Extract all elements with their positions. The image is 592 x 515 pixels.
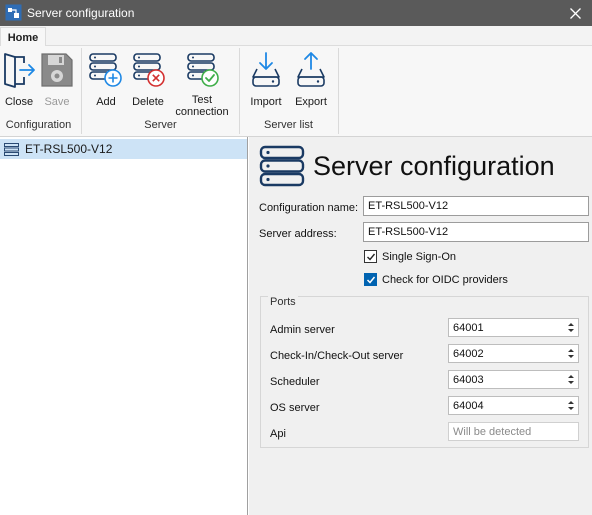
window-close-button[interactable] bbox=[558, 0, 592, 26]
spinner-arrows-icon[interactable] bbox=[566, 399, 576, 412]
page-title: Server configuration bbox=[313, 151, 555, 181]
add-label: Add bbox=[96, 96, 116, 108]
delete-server-button[interactable]: Delete bbox=[128, 50, 168, 108]
port-spinner-scheduler[interactable]: 64003 bbox=[448, 370, 579, 389]
window-title: Server configuration bbox=[27, 6, 135, 20]
close-icon bbox=[569, 7, 581, 19]
config-name-input[interactable]: ET-RSL500-V12 bbox=[363, 196, 589, 216]
port-label-admin: Admin server bbox=[270, 324, 335, 336]
config-name-label: Configuration name: bbox=[259, 202, 359, 214]
test-connection-label: Test connection bbox=[172, 94, 232, 118]
tree-item-label: ET-RSL500-V12 bbox=[25, 142, 113, 156]
save-button[interactable]: Save bbox=[38, 50, 76, 108]
configuration-panel: Server configuration Configuration name:… bbox=[249, 137, 592, 515]
single-sign-on-checkbox[interactable]: Single Sign-On bbox=[364, 250, 456, 263]
server-address-input[interactable]: ET-RSL500-V12 bbox=[363, 222, 589, 242]
port-label-os-server: OS server bbox=[270, 402, 320, 414]
oidc-checkbox[interactable]: Check for OIDC providers bbox=[364, 273, 508, 286]
single-sign-on-label: Single Sign-On bbox=[382, 250, 456, 263]
save-label: Save bbox=[44, 96, 70, 108]
spinner-arrows-icon[interactable] bbox=[566, 321, 576, 334]
import-drive-icon bbox=[252, 52, 280, 87]
spinner-arrows-icon[interactable] bbox=[566, 347, 576, 360]
server-stack-icon bbox=[259, 145, 305, 187]
port-label-scheduler: Scheduler bbox=[270, 376, 320, 388]
port-spinner-os-server[interactable]: 64004 bbox=[448, 396, 579, 415]
api-placeholder: Will be detected bbox=[453, 426, 532, 438]
export-button[interactable]: Export bbox=[291, 50, 331, 108]
group-label-server-list: Server list bbox=[264, 119, 313, 131]
test-connection-button[interactable]: Test connection bbox=[172, 50, 232, 118]
port-label-checkin: Check-In/Check-Out server bbox=[270, 350, 404, 362]
server-check-icon bbox=[187, 53, 219, 87]
port-spinner-checkin[interactable]: 64002 bbox=[448, 344, 579, 363]
checkbox-box bbox=[364, 273, 377, 286]
floppy-disk-icon bbox=[41, 53, 73, 87]
port-label-api: Api bbox=[270, 428, 286, 440]
server-list-icon bbox=[4, 142, 19, 156]
import-label: Import bbox=[250, 96, 282, 108]
export-label: Export bbox=[295, 96, 327, 108]
ports-group: Ports Admin server 64001 Check-In/Check-… bbox=[260, 296, 589, 448]
server-address-label: Server address: bbox=[259, 228, 337, 240]
delete-label: Delete bbox=[132, 96, 164, 108]
title-bar: Server configuration bbox=[0, 0, 592, 26]
port-value: 64001 bbox=[453, 322, 484, 334]
ribbon: Close Save Configuration Add Delete Test… bbox=[0, 46, 592, 137]
port-value: 64003 bbox=[453, 374, 484, 386]
port-input-api[interactable]: Will be detected bbox=[448, 422, 579, 441]
close-button[interactable]: Close bbox=[2, 50, 36, 108]
checkbox-box bbox=[364, 250, 377, 263]
import-button[interactable]: Import bbox=[246, 50, 286, 108]
test-connection-label-line1: Test bbox=[191, 94, 213, 106]
ribbon-separator bbox=[338, 48, 339, 134]
ribbon-tab-bar: Home bbox=[0, 26, 592, 47]
spinner-arrows-icon[interactable] bbox=[566, 373, 576, 386]
oidc-label: Check for OIDC providers bbox=[382, 273, 508, 286]
tab-home[interactable]: Home bbox=[0, 27, 46, 47]
exit-door-icon bbox=[4, 53, 35, 88]
port-spinner-admin[interactable]: 64001 bbox=[448, 318, 579, 337]
port-value: 64004 bbox=[453, 400, 484, 412]
export-drive-icon bbox=[297, 52, 325, 87]
close-label: Close bbox=[4, 96, 34, 108]
group-label-configuration: Configuration bbox=[5, 119, 72, 131]
checkmark-icon bbox=[366, 253, 375, 261]
group-label-server: Server bbox=[144, 119, 177, 131]
port-value: 64002 bbox=[453, 348, 484, 360]
tree-item-server[interactable]: ET-RSL500-V12 bbox=[0, 139, 247, 159]
ports-title: Ports bbox=[268, 296, 298, 308]
checkmark-icon bbox=[366, 276, 375, 284]
server-add-icon bbox=[89, 53, 122, 87]
test-connection-label-line2: connection bbox=[175, 106, 229, 118]
server-delete-icon bbox=[133, 53, 165, 87]
server-tree: ET-RSL500-V12 bbox=[0, 137, 248, 515]
app-icon bbox=[5, 4, 22, 21]
add-server-button[interactable]: Add bbox=[88, 50, 124, 108]
